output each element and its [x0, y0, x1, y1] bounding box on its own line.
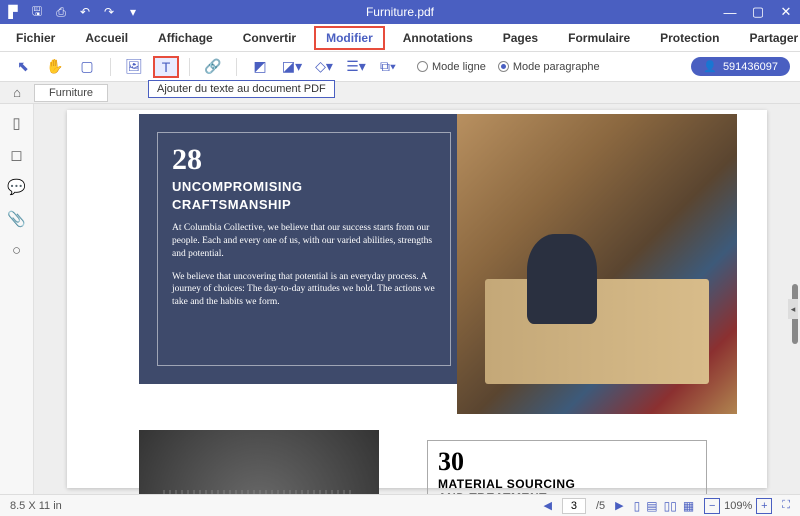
maximize-button[interactable]: ▢: [744, 0, 772, 24]
menu-formulaire[interactable]: Formulaire: [556, 26, 642, 50]
add-text-icon[interactable]: T: [153, 56, 179, 78]
comments-icon[interactable]: 💬: [7, 178, 26, 196]
menu-annotations[interactable]: Annotations: [391, 26, 485, 50]
file-tab[interactable]: Furniture: [34, 84, 108, 102]
save-icon[interactable]: 🖫: [30, 5, 44, 19]
block2-number: 30: [438, 447, 696, 477]
separator: [189, 58, 190, 76]
block2-heading-line1: MATERIAL SOURCING: [438, 477, 696, 491]
statusbar: 8.5 X 11 in ◀ /5 ▶ ▯ ▤ ▯▯ ▦ − 109% + ⛶: [0, 494, 800, 516]
search-icon[interactable]: ○: [12, 242, 21, 259]
crop-icon[interactable]: ◩: [247, 56, 273, 78]
bates-icon[interactable]: ⧉▾: [375, 56, 401, 78]
window-title: Furniture.pdf: [366, 5, 434, 19]
menu-protection[interactable]: Protection: [648, 26, 731, 50]
edit-tool-icon[interactable]: ▢: [74, 56, 100, 78]
mode-paragraph-label: Mode paragraphe: [513, 61, 600, 73]
background-icon[interactable]: ◇▾: [311, 56, 337, 78]
undo-icon[interactable]: ↶: [78, 5, 92, 19]
zoom-out-button[interactable]: −: [704, 498, 720, 514]
mode-line-label: Mode ligne: [432, 61, 486, 73]
next-page-icon[interactable]: ▶: [615, 499, 623, 512]
select-tool-icon[interactable]: ⬉: [10, 56, 36, 78]
menu-modifier[interactable]: Modifier: [314, 26, 385, 50]
separator: [110, 58, 111, 76]
tooltip: Ajouter du texte au document PDF: [148, 80, 335, 98]
minimize-button[interactable]: —: [716, 0, 744, 24]
toolbar: ⬉ ✋ ▢ 🖼 T 🔗 ◩ ◪▾ ◇▾ ☰▾ ⧉▾ Mode ligne Mod…: [0, 52, 800, 82]
print-icon[interactable]: ⎙: [54, 5, 68, 19]
hand-tool-icon[interactable]: ✋: [42, 56, 68, 78]
mode-paragraph-radio[interactable]: Mode paragraphe: [498, 61, 600, 73]
quickaccess-dropdown-icon[interactable]: ▾: [126, 5, 140, 19]
zoom-in-button[interactable]: +: [756, 498, 772, 514]
link-icon[interactable]: 🔗: [200, 56, 226, 78]
watermark-icon[interactable]: ◪▾: [279, 56, 305, 78]
block1-number: 28: [172, 143, 436, 177]
block1-para2: We believe that uncovering that potentia…: [172, 271, 436, 309]
material-photo: [139, 430, 379, 494]
menu-convertir[interactable]: Convertir: [231, 26, 308, 50]
page-total-label: /5: [596, 500, 605, 512]
tab-strip: ⌂ Furniture: [0, 82, 800, 104]
titlebar: ▛ 🖫 ⎙ ↶ ↷ ▾ Furniture.pdf — ▢ ✕: [0, 0, 800, 24]
content-block-2: 30 MATERIAL SOURCING AND TREATMENT: [427, 440, 707, 494]
thumbnails-icon[interactable]: ▯: [12, 114, 20, 132]
page-size-label: 8.5 X 11 in: [10, 500, 62, 512]
block1-heading-line2: CRAFTSMANSHIP: [172, 197, 436, 213]
view-continuous-icon[interactable]: ▤: [646, 499, 657, 513]
bookmarks-icon[interactable]: ◻: [10, 146, 22, 164]
mode-line-radio[interactable]: Mode ligne: [417, 61, 486, 73]
block1-heading-line1: UNCOMPROMISING: [172, 179, 436, 195]
redo-icon[interactable]: ↷: [102, 5, 116, 19]
menu-fichier[interactable]: Fichier: [4, 26, 67, 50]
attachments-icon[interactable]: 📎: [7, 210, 26, 228]
pdf-page: 28 UNCOMPROMISING CRAFTSMANSHIP At Colum…: [67, 110, 767, 488]
header-footer-icon[interactable]: ☰▾: [343, 56, 369, 78]
close-button[interactable]: ✕: [772, 0, 800, 24]
block2-heading-line2: AND TREATMENT: [438, 491, 696, 494]
menu-accueil[interactable]: Accueil: [73, 26, 140, 50]
user-id-label: 591436097: [723, 61, 778, 73]
main-area: ▯ ◻ 💬 📎 ○ ▸ 28 UNCOMPROMISING CRAFTSMANS…: [0, 104, 800, 494]
menubar: Fichier Accueil Affichage Convertir Modi…: [0, 24, 800, 52]
document-viewport[interactable]: 28 UNCOMPROMISING CRAFTSMANSHIP At Colum…: [34, 104, 800, 494]
user-icon: 👤: [703, 60, 717, 73]
home-tab-icon[interactable]: ⌂: [0, 85, 34, 100]
view-facing-icon[interactable]: ▯▯: [664, 499, 677, 513]
menu-partager[interactable]: Partager: [737, 26, 800, 50]
view-facing-cont-icon[interactable]: ▦: [683, 499, 694, 513]
prev-page-icon[interactable]: ◀: [544, 499, 552, 512]
fullscreen-icon[interactable]: ⛶: [782, 499, 790, 512]
separator: [236, 58, 237, 76]
expand-right-handle[interactable]: ◂: [788, 299, 798, 319]
menu-pages[interactable]: Pages: [491, 26, 550, 50]
app-logo-icon: ▛: [6, 5, 20, 19]
page-number-input[interactable]: [562, 498, 586, 514]
craftsmanship-photo: [457, 114, 737, 414]
view-single-icon[interactable]: ▯: [634, 499, 641, 513]
zoom-level-label: 109%: [724, 500, 752, 512]
content-block-1: 28 UNCOMPROMISING CRAFTSMANSHIP At Colum…: [139, 114, 469, 384]
block1-para1: At Columbia Collective, we believe that …: [172, 222, 436, 260]
add-image-icon[interactable]: 🖼: [121, 56, 147, 78]
user-account-button[interactable]: 👤 591436097: [691, 57, 790, 76]
menu-affichage[interactable]: Affichage: [146, 26, 225, 50]
left-panel-rail: ▯ ◻ 💬 📎 ○: [0, 104, 34, 494]
